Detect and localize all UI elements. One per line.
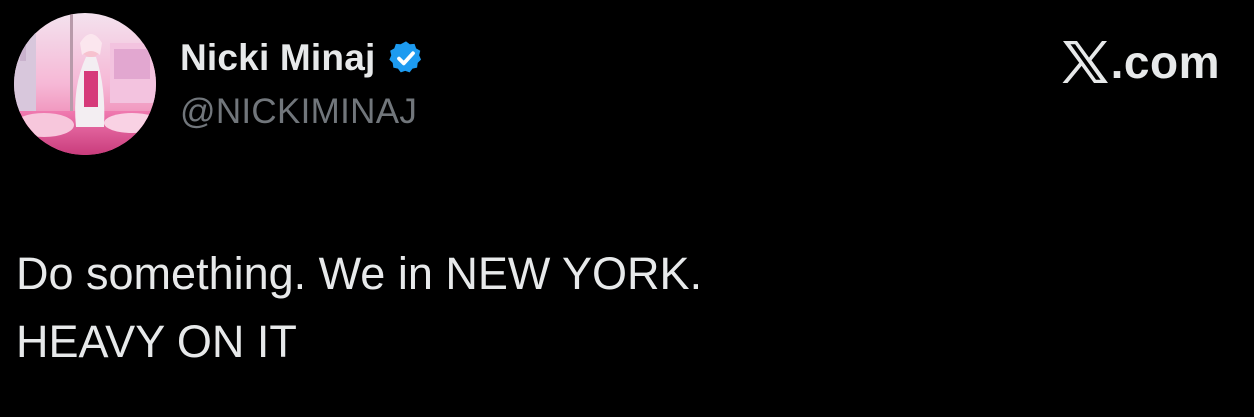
brand-domain: .com (1110, 36, 1220, 88)
user-handle[interactable]: @NICKIMINAJ (180, 92, 417, 132)
author-name-row: Nicki Minaj (180, 34, 425, 82)
tweet-text: Do something. We in NEW YORK. HEAVY ON I… (16, 240, 702, 376)
tweet-line: Do something. We in NEW YORK. (16, 248, 703, 299)
x-logo-icon (1062, 41, 1108, 83)
tweet-line: HEAVY ON IT (16, 316, 297, 367)
brand: .com (1061, 34, 1220, 90)
avatar[interactable] (14, 13, 156, 155)
verified-badge-icon (389, 41, 422, 73)
display-name[interactable]: Nicki Minaj (180, 37, 375, 79)
tweet-card: Nicki Minaj @NICKIMINAJ .com Do somethin… (0, 0, 1254, 417)
profile-photo (14, 13, 156, 155)
